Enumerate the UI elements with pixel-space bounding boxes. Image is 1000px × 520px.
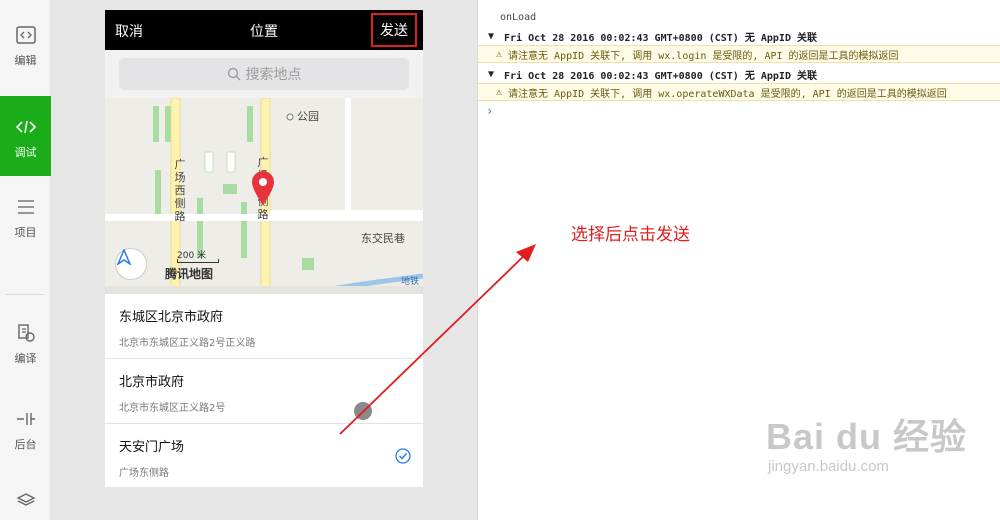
- watermark-url: jingyan.baidu.com: [768, 458, 889, 475]
- baidu-watermark: Bai du 经验 jingyan.baidu.com: [766, 408, 967, 475]
- watermark-logo: Bai du 经验: [766, 416, 968, 457]
